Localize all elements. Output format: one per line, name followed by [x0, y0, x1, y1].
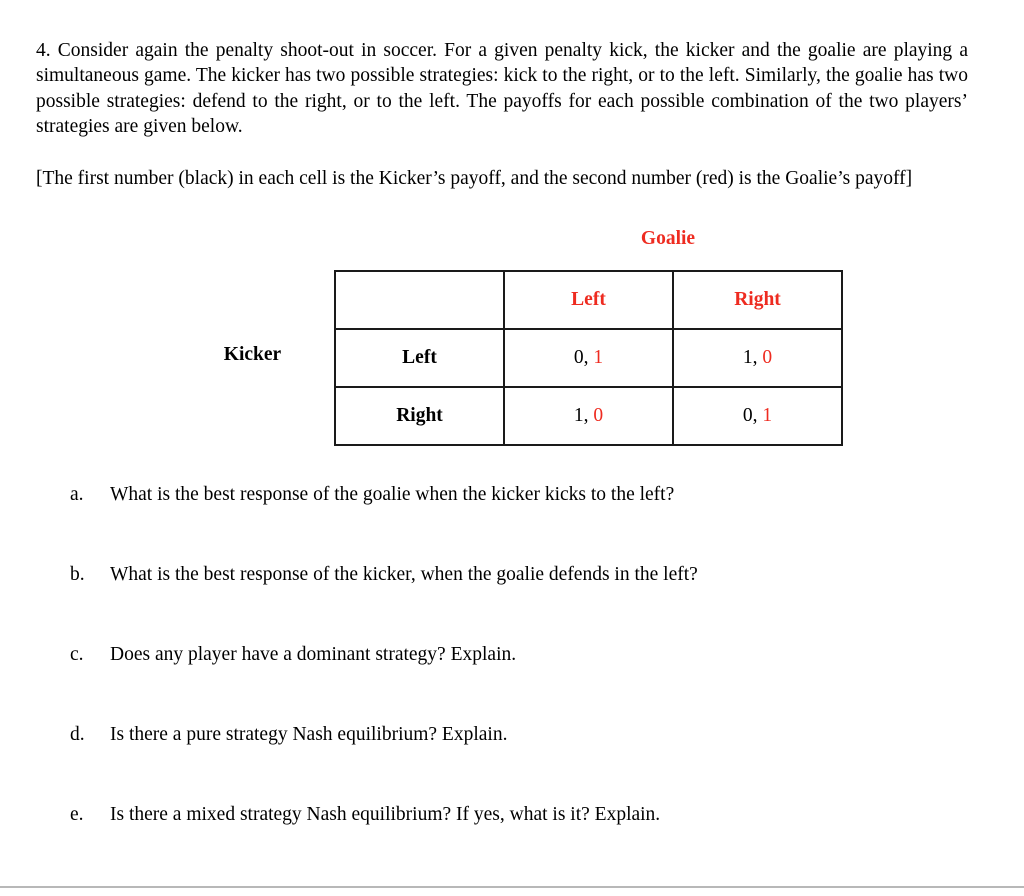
question-text-b: What is the best response of the kicker,…	[110, 564, 698, 585]
goalie-payoff: 1	[762, 405, 773, 426]
payoff-cell-left-right: 1, 0	[672, 328, 843, 388]
question-text-c: Does any player have a dominant strategy…	[110, 644, 517, 665]
table-row-header: Left Right	[334, 270, 843, 330]
intro-paragraph: 4. Consider again the penalty shoot-out …	[36, 39, 968, 138]
list-item: a. What is the best response of the goal…	[70, 482, 970, 562]
payoff-matrix-table: Left Right Left 0, 1 1, 0 Right 1, 0 0, …	[334, 270, 843, 446]
goalie-payoff: 0	[593, 405, 604, 426]
goalie-payoff: 0	[762, 347, 773, 368]
kicker-payoff: 1,	[742, 347, 758, 368]
matrix-corner-cell	[334, 270, 505, 330]
list-item: c. Does any player have a dominant strat…	[70, 642, 970, 722]
column-header-left: Left	[503, 270, 674, 330]
column-header-right: Right	[672, 270, 843, 330]
document-page: 4. Consider again the penalty shoot-out …	[0, 0, 1024, 896]
kicker-payoff: 0,	[742, 405, 758, 426]
table-row: Left 0, 1 1, 0	[334, 328, 843, 388]
question-text-a: What is the best response of the goalie …	[110, 484, 675, 505]
question-marker-e: e.	[70, 804, 84, 825]
column-player-label-goalie: Goalie	[640, 228, 696, 249]
list-item: d. Is there a pure strategy Nash equilib…	[70, 722, 970, 802]
question-marker-c: c.	[70, 644, 84, 665]
page-bottom-divider	[0, 886, 1024, 888]
question-marker-d: d.	[70, 724, 85, 745]
row-player-label-kicker: Kicker	[223, 344, 282, 365]
goalie-payoff: 1	[593, 347, 604, 368]
payoff-cell-right-left: 1, 0	[503, 386, 674, 446]
list-item: b. What is the best response of the kick…	[70, 562, 970, 642]
payoff-cell-right-right: 0, 1	[672, 386, 843, 446]
row-header-left: Left	[334, 328, 505, 388]
kicker-payoff: 0,	[573, 347, 589, 368]
question-text-e: Is there a mixed strategy Nash equilibri…	[110, 804, 661, 825]
question-marker-a: a.	[70, 484, 84, 505]
kicker-payoff: 1,	[573, 405, 589, 426]
payoff-legend-note: [The first number (black) in each cell i…	[36, 167, 913, 189]
question-marker-b: b.	[70, 564, 85, 585]
row-header-right: Right	[334, 386, 505, 446]
question-list: a. What is the best response of the goal…	[70, 482, 970, 882]
table-row: Right 1, 0 0, 1	[334, 386, 843, 446]
payoff-cell-left-left: 0, 1	[503, 328, 674, 388]
list-item: e. Is there a mixed strategy Nash equili…	[70, 802, 970, 882]
question-text-d: Is there a pure strategy Nash equilibriu…	[110, 724, 508, 745]
